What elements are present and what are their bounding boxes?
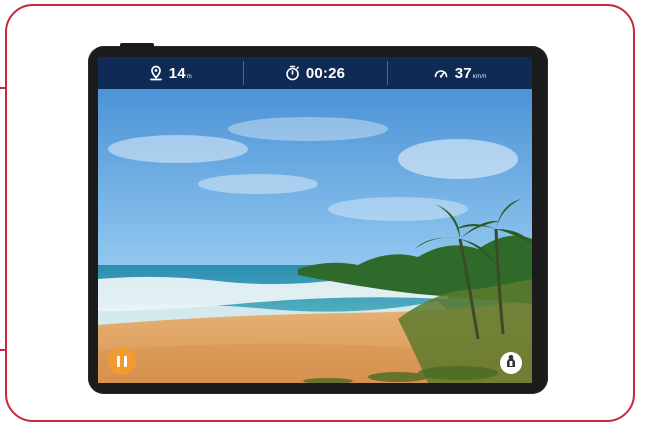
pause-button[interactable] <box>108 347 136 375</box>
tablet-screen: 14 m 00:26 37 km/h <box>98 57 532 383</box>
workout-status-bar: 14 m 00:26 37 km/h <box>98 57 532 89</box>
speed-unit: km/h <box>472 73 487 80</box>
beach-scene-image <box>98 89 532 383</box>
tablet-camera-bump <box>120 43 154 48</box>
person-icon <box>505 354 517 373</box>
time-stat: 00:26 <box>242 57 388 89</box>
pause-icon <box>117 355 127 367</box>
outline-tick <box>0 87 6 89</box>
distance-value: 14 <box>168 64 186 82</box>
outline-tick <box>0 349 6 351</box>
person-button[interactable] <box>500 352 522 374</box>
speed-stat: 37 km/h <box>387 57 532 89</box>
distance-unit: m <box>186 73 192 80</box>
time-value: 00:26 <box>305 64 346 82</box>
location-pin-icon <box>149 65 163 81</box>
stopwatch-icon <box>285 65 300 81</box>
speedometer-icon <box>433 65 449 81</box>
speed-value: 37 <box>454 64 472 82</box>
distance-stat: 14 m <box>98 57 243 89</box>
